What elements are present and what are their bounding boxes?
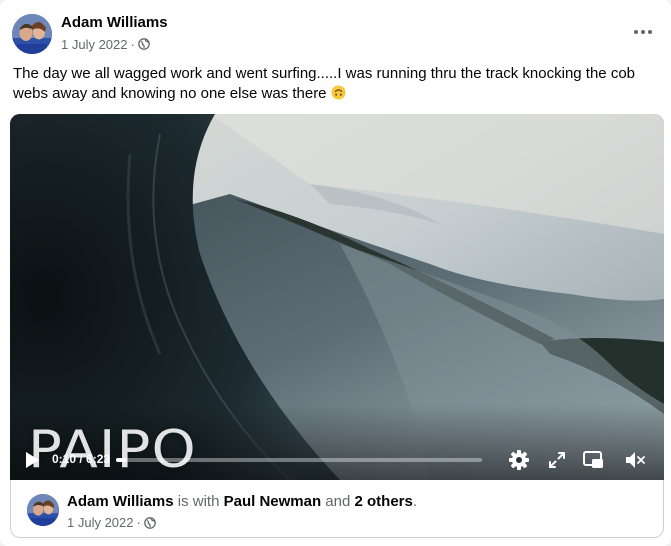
globe-icon[interactable] [143,516,156,529]
fullscreen-icon[interactable] [546,449,568,471]
video-player[interactable]: PAIPO 0:10 / 6:23 [10,114,664,480]
meta-separator: · [130,36,135,52]
footer-date[interactable]: 1 July 2022 [67,515,134,530]
post-card: Adam Williams 1 July 2022 · The day we a… [0,0,671,546]
and-text: and [325,493,351,510]
author-avatar[interactable] [12,14,52,54]
progress-fill [116,458,126,462]
tagged-person[interactable]: Paul Newman [224,493,322,510]
post-caption: The day we all wagged work and went surf… [13,65,636,102]
picture-in-picture-icon[interactable] [582,449,604,471]
post-meta: 1 July 2022 · [61,36,150,52]
post-text: The day we all wagged work and went surf… [13,64,661,104]
footer-avatar[interactable] [27,494,59,526]
author-name[interactable]: Adam Williams [61,14,168,31]
footer-meta: 1 July 2022 · [67,515,156,530]
with-text: is with [177,493,220,510]
footer-author[interactable]: Adam Williams [67,493,174,510]
progress-bar[interactable] [116,458,482,462]
video-frame [10,114,664,480]
settings-gear-icon[interactable] [508,449,530,471]
period: . [412,493,418,510]
more-options-icon[interactable] [625,16,661,48]
post-footer: Adam Williams is with Paul Newman and 2 … [10,480,664,538]
footer-separator: · [136,515,141,530]
tag-line: Adam Williams is with Paul Newman and 2 … [67,493,417,510]
muted-speaker-icon[interactable] [624,449,646,471]
play-icon[interactable] [24,451,40,469]
others-link[interactable]: 2 others [355,493,413,510]
time-readout: 0:10 / 6:23 [52,452,111,466]
globe-icon[interactable] [137,38,150,50]
post-date[interactable]: 1 July 2022 [61,37,128,52]
upside-down-face-emoji [331,85,346,100]
